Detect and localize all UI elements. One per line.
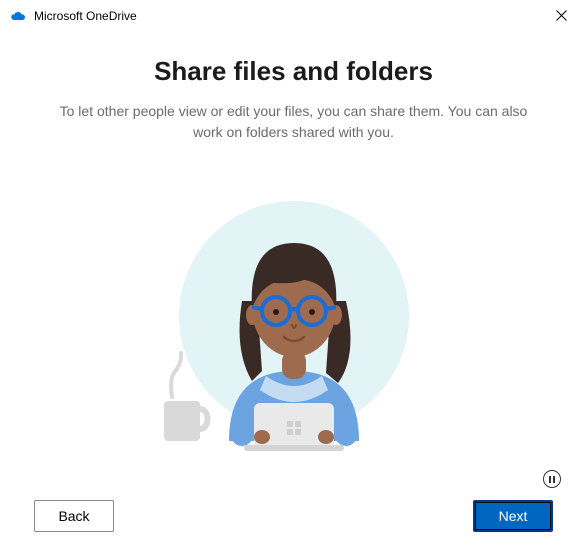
onboarding-content: Share files and folders To let other peo…: [0, 32, 587, 451]
person-laptop-illustration: [124, 181, 464, 451]
pause-animation-button[interactable]: [543, 470, 561, 488]
onedrive-icon: [10, 8, 26, 24]
app-title: Microsoft OneDrive: [34, 9, 541, 23]
button-bar: Back Next: [0, 500, 587, 532]
back-button[interactable]: Back: [34, 500, 114, 532]
close-icon: [556, 10, 567, 21]
next-button[interactable]: Next: [473, 500, 553, 532]
titlebar: Microsoft OneDrive: [0, 0, 587, 32]
page-title: Share files and folders: [40, 56, 547, 87]
page-description: To let other people view or edit your fi…: [40, 101, 547, 143]
close-button[interactable]: [541, 1, 581, 29]
illustration: [40, 171, 547, 451]
